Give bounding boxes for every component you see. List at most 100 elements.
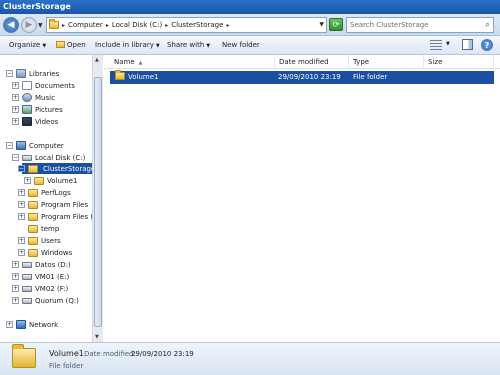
address-history-dropdown[interactable]: ▼ bbox=[319, 21, 324, 28]
folder-icon bbox=[28, 212, 38, 221]
expand-icon[interactable]: + bbox=[12, 82, 19, 89]
chevron-right-icon[interactable]: ▸ bbox=[165, 22, 168, 29]
refresh-button[interactable]: ⟳ bbox=[329, 18, 343, 31]
tree-item-users[interactable]: + Users bbox=[18, 235, 61, 246]
expand-icon[interactable]: + bbox=[12, 118, 19, 125]
tree-item-perflogs[interactable]: + PerfLogs bbox=[18, 187, 71, 198]
tree-item-program-files[interactable]: + Program Files bbox=[18, 199, 88, 210]
no-expander bbox=[18, 225, 25, 232]
file-row[interactable]: Volume1 29/09/2010 23:19 File folder bbox=[110, 70, 494, 84]
expand-icon[interactable]: + bbox=[12, 297, 19, 304]
new-folder-button[interactable]: New folder bbox=[222, 41, 260, 49]
organize-label: Organize bbox=[9, 41, 41, 49]
expand-icon[interactable]: + bbox=[18, 201, 25, 208]
scroll-down-icon[interactable]: ▼ bbox=[95, 334, 99, 340]
chevron-right-icon[interactable]: ▸ bbox=[106, 22, 109, 29]
tree-label: temp bbox=[41, 224, 60, 233]
tree-label: Music bbox=[35, 93, 55, 102]
expand-icon[interactable]: + bbox=[18, 213, 25, 220]
breadcrumb-local-disk[interactable]: Local Disk (C:) bbox=[112, 21, 162, 29]
tree-item-program-files-x86[interactable]: + Program Files (x8 bbox=[18, 211, 102, 222]
tree-label: Users bbox=[41, 236, 61, 245]
preview-pane-icon[interactable] bbox=[462, 39, 473, 50]
navigation-pane: − Libraries + Documents + Music + Pictures +… bbox=[0, 55, 103, 342]
tree-item-network[interactable]: + Network bbox=[6, 319, 58, 330]
folder-icon bbox=[12, 344, 36, 368]
search-icon[interactable]: ⌕ bbox=[485, 20, 490, 30]
expand-icon[interactable]: + bbox=[6, 321, 13, 328]
tree-item-vm01[interactable]: + VM01 (E:) bbox=[12, 271, 69, 282]
view-dropdown-icon[interactable]: ▼ bbox=[446, 41, 450, 47]
computer-icon bbox=[16, 141, 26, 150]
expand-icon[interactable]: + bbox=[12, 261, 19, 268]
file-type: File folder bbox=[353, 73, 388, 81]
details-modified-label: Date modified: bbox=[84, 350, 136, 358]
expand-icon[interactable]: + bbox=[12, 94, 19, 101]
expand-icon[interactable]: + bbox=[18, 237, 25, 244]
tree-item-datos[interactable]: + Datos (D:) bbox=[12, 259, 71, 270]
breadcrumb-cluster-storage[interactable]: ClusterStorage bbox=[171, 21, 223, 29]
chevron-right-icon[interactable]: ▸ bbox=[226, 22, 229, 29]
folder-icon bbox=[49, 19, 59, 29]
tree-item-pictures[interactable]: + Pictures bbox=[12, 104, 63, 115]
tree-item-volume1[interactable]: + Volume1 bbox=[24, 175, 78, 186]
tree-item-local-disk[interactable]: − Local Disk (C:) bbox=[12, 152, 85, 163]
drive-icon bbox=[22, 261, 32, 268]
column-header-name[interactable]: Name ▲ bbox=[110, 55, 275, 69]
help-icon[interactable]: ? bbox=[481, 39, 493, 51]
tree-item-temp[interactable]: temp bbox=[18, 223, 59, 234]
tree-item-videos[interactable]: + Videos bbox=[12, 116, 58, 127]
tree-label: Libraries bbox=[29, 69, 60, 78]
tree-item-cluster-storage[interactable]: − ClusterStorage bbox=[18, 163, 97, 174]
expand-icon[interactable]: + bbox=[12, 273, 19, 280]
expand-icon[interactable]: + bbox=[24, 177, 31, 184]
tree-item-libraries[interactable]: − Libraries bbox=[6, 68, 59, 79]
file-date-modified: 29/09/2010 23:19 bbox=[278, 73, 341, 81]
scroll-up-icon[interactable]: ▲ bbox=[95, 57, 99, 63]
navigation-scrollbar[interactable]: ▲ ▼ bbox=[92, 55, 103, 342]
expand-icon[interactable]: + bbox=[12, 106, 19, 113]
expand-icon[interactable]: + bbox=[18, 249, 25, 256]
column-header-type[interactable]: Type bbox=[349, 55, 424, 69]
folder-icon bbox=[115, 70, 125, 80]
recent-pages-dropdown[interactable]: ▼ bbox=[38, 22, 43, 29]
include-in-library-button[interactable]: Include in library ▼ bbox=[95, 41, 160, 49]
window-title: ClusterStorage bbox=[3, 2, 71, 11]
forward-button[interactable]: ▶ bbox=[21, 17, 37, 33]
share-with-button[interactable]: Share with ▼ bbox=[167, 41, 210, 49]
tree-label: VM02 (F:) bbox=[35, 284, 69, 293]
change-view-icon[interactable] bbox=[430, 40, 442, 50]
collapse-icon[interactable]: − bbox=[6, 142, 13, 149]
expand-icon[interactable]: + bbox=[18, 189, 25, 196]
libraries-icon bbox=[16, 69, 26, 78]
folder-icon bbox=[28, 188, 38, 197]
file-name: Volume1 bbox=[128, 73, 159, 81]
address-bar[interactable]: ▸ Computer ▸ Local Disk (C:) ▸ ClusterSt… bbox=[46, 17, 327, 33]
collapse-icon[interactable]: − bbox=[6, 70, 13, 77]
videos-icon bbox=[22, 117, 32, 126]
tree-item-music[interactable]: + Music bbox=[12, 92, 55, 103]
tree-item-computer[interactable]: − Computer bbox=[6, 140, 64, 151]
collapse-icon[interactable]: − bbox=[12, 154, 19, 161]
chevron-down-icon: ▼ bbox=[206, 43, 211, 49]
drive-icon bbox=[22, 297, 32, 304]
tree-item-quorum[interactable]: + Quorum (Q:) bbox=[12, 295, 79, 306]
organize-button[interactable]: Organize ▼ bbox=[9, 41, 46, 49]
tree-item-documents[interactable]: + Documents bbox=[12, 80, 75, 91]
back-button[interactable]: ◀ bbox=[3, 17, 19, 33]
scrollbar-thumb[interactable] bbox=[94, 77, 102, 327]
collapse-icon[interactable]: − bbox=[18, 165, 25, 172]
tree-label: ClusterStorage bbox=[43, 164, 96, 173]
breadcrumb-computer[interactable]: Computer bbox=[68, 21, 103, 29]
network-icon bbox=[16, 320, 26, 329]
address-row: ◀ ▶ ▼ ▸ Computer ▸ Local Disk (C:) ▸ Clu… bbox=[0, 14, 500, 36]
chevron-right-icon[interactable]: ▸ bbox=[62, 22, 65, 29]
column-header-size[interactable]: Size bbox=[424, 55, 494, 69]
tree-item-windows[interactable]: + Windows bbox=[18, 247, 72, 258]
search-input[interactable]: Search ClusterStorage ⌕ bbox=[346, 17, 494, 33]
open-button[interactable]: Open bbox=[56, 41, 86, 49]
column-header-date-modified[interactable]: Date modified bbox=[275, 55, 349, 69]
chevron-down-icon: ▼ bbox=[42, 43, 47, 49]
tree-item-vm02[interactable]: + VM02 (F:) bbox=[12, 283, 68, 294]
expand-icon[interactable]: + bbox=[12, 285, 19, 292]
